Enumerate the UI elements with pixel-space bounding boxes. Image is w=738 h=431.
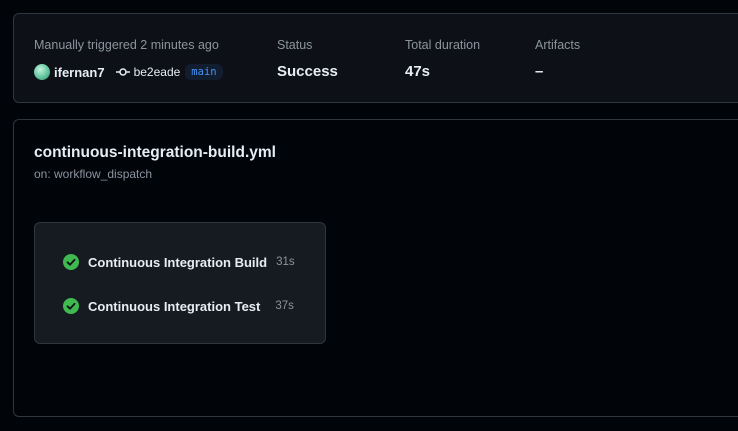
commit-icon — [115, 68, 130, 76]
check-circle-icon — [63, 298, 79, 314]
job-duration: 31s — [276, 256, 295, 268]
commit-sha-link[interactable]: be2eade — [134, 65, 181, 79]
actor-link[interactable]: ifernan7 — [54, 65, 105, 80]
job-duration: 37s — [275, 300, 294, 312]
job-item[interactable]: Continuous Integration Test 37s — [63, 296, 294, 316]
artifacts-value: – — [535, 63, 544, 80]
run-summary-card: Manually triggered 2 minutes ago ifernan… — [13, 13, 738, 103]
avatar[interactable] — [34, 64, 50, 80]
branch-badge[interactable]: main — [185, 64, 223, 80]
duration-label: Total duration — [405, 38, 481, 52]
duration-column: Total duration 47s — [405, 37, 480, 81]
job-item[interactable]: Continuous Integration Build 31s — [63, 252, 295, 272]
workflow-file-title[interactable]: continuous-integration-build.yml — [34, 144, 276, 162]
check-circle-icon — [63, 254, 79, 270]
trigger-column: Manually triggered 2 minutes ago ifernan… — [34, 37, 223, 82]
jobs-group: Continuous Integration Build 31s Continu… — [34, 222, 326, 344]
status-value: Success — [277, 63, 338, 80]
trigger-details: ifernan7 be2eade main — [34, 62, 223, 82]
status-label: Status — [277, 38, 313, 52]
job-name: Continuous Integration Test — [88, 298, 261, 314]
artifacts-column: Artifacts – — [535, 37, 580, 81]
artifacts-label: Artifacts — [535, 38, 581, 52]
workflow-graph-card: continuous-integration-build.yml on: wor… — [13, 119, 738, 417]
duration-value: 47s — [405, 63, 431, 80]
workflow-trigger: on: workflow_dispatch — [34, 167, 153, 181]
status-column: Status Success — [277, 37, 338, 81]
trigger-label: Manually triggered 2 minutes ago — [34, 38, 219, 52]
job-name: Continuous Integration Build — [88, 254, 268, 270]
